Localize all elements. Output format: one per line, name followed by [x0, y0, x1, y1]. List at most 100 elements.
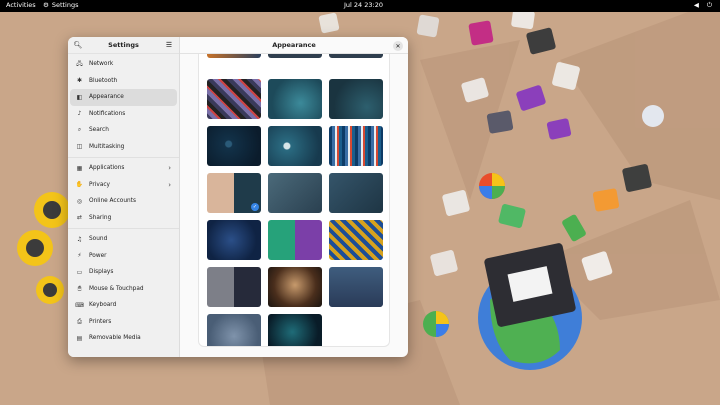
wallpaper-thumbnail-green-purple-split[interactable]	[268, 220, 322, 260]
wallpaper-thumbnail-gold-blue-pattern[interactable]	[329, 220, 383, 260]
sidebar-item-removable-media[interactable]: ▤ Removable Media	[70, 330, 177, 347]
search-button[interactable]: 🔍︎	[73, 40, 83, 50]
sidebar-item-network[interactable]: 🖧 Network	[70, 56, 177, 73]
wallpaper-thumbnail-teal-moon[interactable]	[268, 126, 322, 166]
keyboard-icon: ⌨	[75, 301, 84, 309]
displays-icon: ▭	[76, 268, 83, 276]
sidebar-item-keyboard[interactable]: ⌨ Keyboard	[70, 297, 177, 314]
sidebar-item-label: Search	[89, 127, 109, 134]
sidebar-item-label: Removable Media	[89, 335, 141, 342]
volume-icon: ◀	[693, 1, 699, 9]
wallpaper-thumbnail-slate-blue[interactable]	[329, 267, 383, 307]
search-icon: ⌕	[77, 126, 82, 134]
wallpaper-thumbnail-partial[interactable]	[207, 54, 261, 58]
wallpaper-thumbnail-bronze-glow[interactable]	[268, 267, 322, 307]
sidebar-item-label: Notifications	[89, 110, 126, 117]
sidebar-item-label: Appearance	[89, 94, 124, 101]
app-menu-label: Settings	[51, 1, 79, 9]
sidebar-item-label: Bluetooth	[89, 77, 118, 84]
close-button[interactable]: ✕	[393, 41, 403, 51]
sound-icon: ♫	[76, 235, 83, 243]
sidebar-header: 🔍︎ Settings ☰	[68, 37, 179, 54]
hamburger-icon: ☰	[165, 41, 173, 49]
menu-button[interactable]: ☰	[164, 40, 174, 50]
sidebar-item-sound[interactable]: ♫ Sound	[70, 231, 177, 248]
chevron-right-icon: ›	[168, 180, 171, 189]
sidebar-item-label: Applications	[89, 165, 125, 172]
sharing-icon: ⇄	[76, 214, 83, 222]
wallpaper-thumbnail-partial[interactable]	[268, 54, 322, 58]
wallpaper-thumbnail-blue-swirl[interactable]	[207, 220, 261, 260]
sidebar-item-appearance[interactable]: ◧ Appearance	[70, 89, 177, 106]
sidebar-separator	[68, 157, 179, 158]
sidebar-item-label: Multitasking	[89, 143, 125, 150]
search-icon: 🔍︎	[73, 41, 83, 49]
clock-button[interactable]: Jul 24 23:20	[344, 1, 383, 9]
sidebar-item-label: Mouse & Touchpad	[89, 285, 144, 292]
wallpaper-thumbnail-grey-blue-swirl[interactable]	[207, 314, 261, 346]
sidebar-item-label: Sound	[89, 236, 108, 243]
sidebar-item-label: Online Accounts	[89, 198, 136, 205]
multitasking-icon: ◫	[76, 143, 83, 151]
content-pane: Appearance ✕ ✓	[180, 37, 408, 357]
checkmark-icon: ✓	[251, 203, 259, 211]
sidebar-title: Settings	[108, 41, 139, 49]
sidebar-item-label: Power	[89, 252, 107, 259]
wallpaper-thumbnail-deep-blue-moon[interactable]	[207, 126, 261, 166]
sidebar-list: 🖧 Network ✱ Bluetooth ◧ Appearance ♪ Notificati…	[68, 54, 179, 347]
wallpaper-thumbnail-color-stripes[interactable]	[329, 126, 383, 166]
online-accounts-icon: ◎	[76, 197, 83, 205]
applications-icon: ▦	[76, 164, 83, 172]
system-menu-button[interactable]: ◀ ⏻	[694, 1, 712, 10]
sidebar-item-sharing[interactable]: ⇄ Sharing	[70, 210, 177, 227]
appearance-icon: ◧	[76, 93, 83, 101]
sidebar-item-notifications[interactable]: ♪ Notifications	[70, 106, 177, 123]
sidebar-item-label: Keyboard	[89, 302, 117, 309]
privacy-icon: ✋	[75, 181, 84, 189]
page-title: Appearance	[272, 41, 316, 49]
wallpaper-thumbnail-dark-teal[interactable]	[329, 79, 383, 119]
close-icon: ✕	[395, 42, 401, 50]
sidebar-item-applications[interactable]: ▦ Applications ›	[70, 160, 177, 177]
power-icon: ⏻	[706, 1, 712, 9]
sidebar-item-printers[interactable]: ⎙ Printers	[70, 314, 177, 331]
wallpaper-thumbnail-pixel-mosaic[interactable]	[207, 79, 261, 119]
activities-button[interactable]: Activities	[6, 1, 36, 9]
removable-media-icon: ▤	[76, 334, 83, 342]
wallpaper-gallery[interactable]: ✓	[198, 54, 390, 347]
sidebar-item-label: Network	[89, 61, 114, 68]
wallpaper-thumbnail-dots-split[interactable]: ✓	[207, 173, 261, 213]
app-menu-button[interactable]: ⚙ Settings	[43, 1, 79, 9]
gear-icon: ⚙	[43, 1, 49, 9]
wallpaper-thumbnail-teal-swirl[interactable]	[268, 79, 322, 119]
bell-icon: ♪	[77, 110, 82, 118]
sidebar-item-bluetooth[interactable]: ✱ Bluetooth	[70, 73, 177, 90]
sidebar-item-label: Displays	[89, 269, 114, 276]
sidebar-item-search[interactable]: ⌕ Search	[70, 122, 177, 139]
sidebar-item-label: Printers	[89, 318, 112, 325]
wallpaper-thumbnail-grey-split[interactable]	[207, 267, 261, 307]
wallpaper-thumbnail-dark-teal-glow[interactable]	[268, 314, 322, 346]
content-header: Appearance ✕	[180, 37, 408, 54]
sidebar-item-online-accounts[interactable]: ◎ Online Accounts	[70, 193, 177, 210]
sidebar-item-label: Privacy	[89, 181, 110, 188]
sidebar-separator	[68, 228, 179, 229]
power-icon: ⚡	[77, 252, 82, 260]
sidebar: 🔍︎ Settings ☰ 🖧 Network ✱ Bluetooth ◧ Appeara…	[68, 37, 180, 357]
sidebar-item-power[interactable]: ⚡ Power	[70, 248, 177, 265]
sidebar-item-multitasking[interactable]: ◫ Multitasking	[70, 139, 177, 156]
wallpaper-thumbnail-slate-waves[interactable]	[329, 173, 383, 213]
top-bar: Activities ⚙ Settings Jul 24 23:20 ◀ ⏻	[0, 0, 720, 12]
wallpaper-thumbnail-grey-waves[interactable]	[268, 173, 322, 213]
network-icon: 🖧	[76, 60, 83, 68]
bluetooth-icon: ✱	[76, 77, 83, 85]
sidebar-item-label: Sharing	[89, 214, 112, 221]
settings-window: 🔍︎ Settings ☰ 🖧 Network ✱ Bluetooth ◧ Appeara…	[68, 37, 408, 357]
mouse-icon: 🖱︎	[77, 284, 82, 292]
wallpaper-thumbnail-partial[interactable]	[329, 54, 383, 58]
sidebar-item-privacy[interactable]: ✋ Privacy ›	[70, 177, 177, 194]
chevron-right-icon: ›	[168, 164, 171, 173]
sidebar-item-displays[interactable]: ▭ Displays	[70, 264, 177, 281]
sidebar-item-mouse-touchpad[interactable]: 🖱︎ Mouse & Touchpad	[70, 281, 177, 298]
printer-icon: ⎙	[77, 317, 82, 325]
